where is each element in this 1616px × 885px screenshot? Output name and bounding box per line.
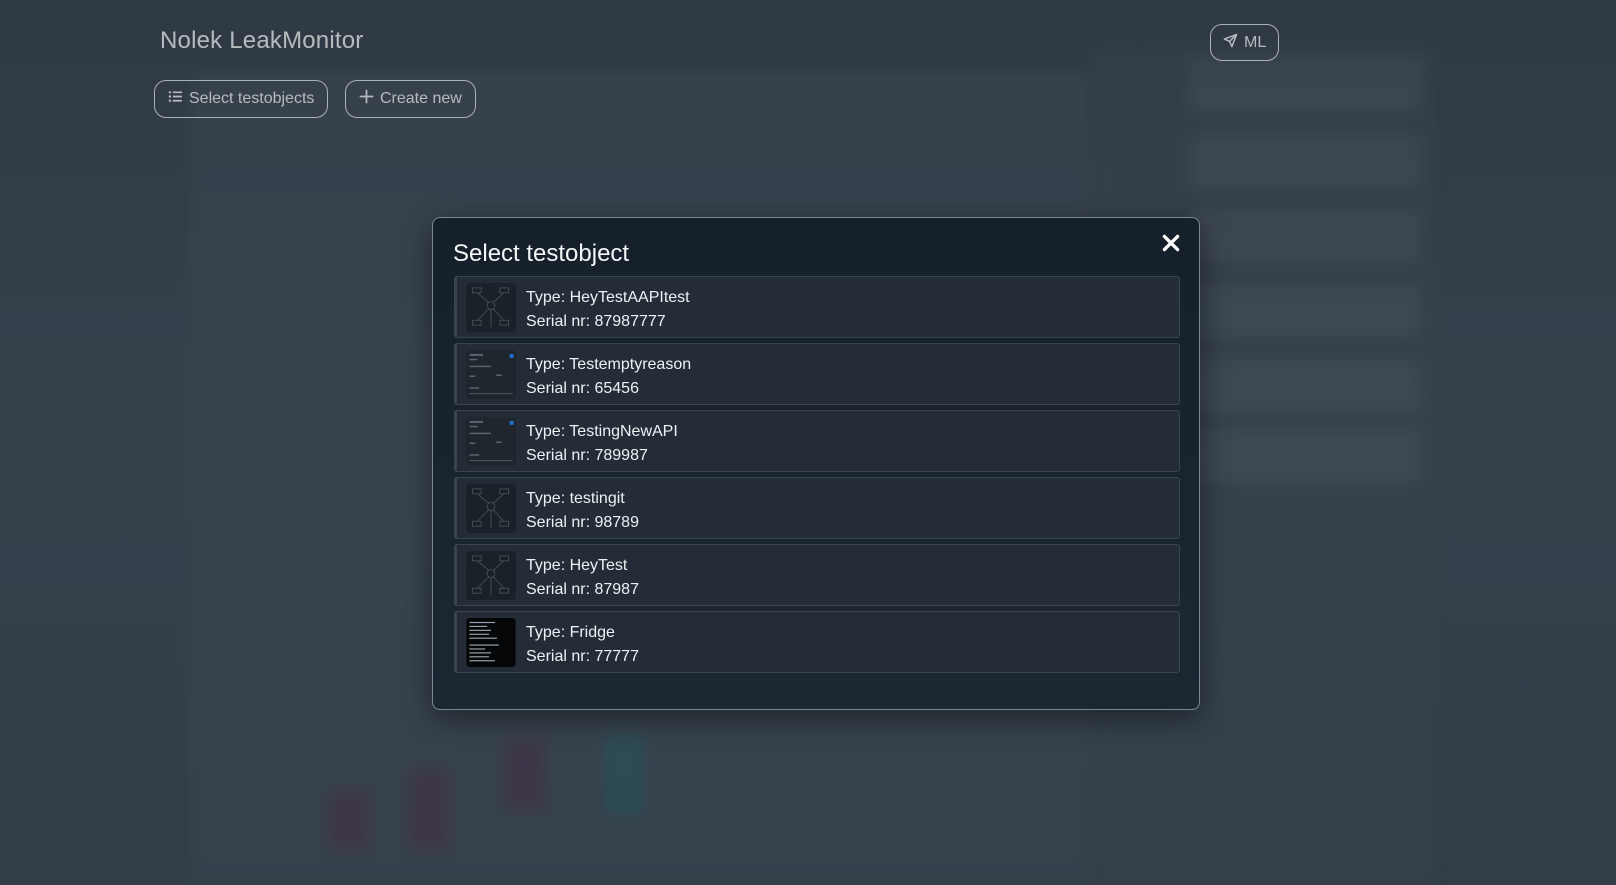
testobject-item[interactable]: Type: HeyTestAAPItest Serial nr: 8798777… xyxy=(454,276,1180,338)
testobject-item[interactable]: Type: Testemptyreason Serial nr: 65456 xyxy=(454,343,1180,405)
close-button[interactable] xyxy=(1159,232,1183,256)
testobject-type: Type: HeyTest xyxy=(526,557,628,574)
diagram-thumbnail xyxy=(466,283,516,332)
testobject-serial: Serial nr: 98789 xyxy=(526,514,639,531)
testobject-item[interactable]: Type: TestingNewAPI Serial nr: 789987 xyxy=(454,410,1180,472)
screenshot-thumbnail xyxy=(466,417,516,466)
testobject-serial: Serial nr: 87987777 xyxy=(526,313,666,330)
testobject-serial: Serial nr: 77777 xyxy=(526,648,639,665)
screenshot-thumbnail xyxy=(466,350,516,399)
testobject-item[interactable]: Type: Fridge Serial nr: 77777 xyxy=(454,611,1180,673)
testobject-serial: Serial nr: 65456 xyxy=(526,380,639,397)
testobject-type: Type: Testemptyreason xyxy=(526,356,692,373)
diagram-thumbnail xyxy=(466,484,516,533)
testobject-type: Type: TestingNewAPI xyxy=(526,423,678,440)
close-icon xyxy=(1160,234,1182,257)
modal-title: Select testobject xyxy=(453,240,630,267)
testobject-type: Type: testingit xyxy=(526,490,625,507)
terminal-thumbnail xyxy=(466,618,516,667)
testobject-serial: Serial nr: 87987 xyxy=(526,581,639,598)
testobject-item[interactable]: Type: HeyTest Serial nr: 87987 xyxy=(454,544,1180,606)
testobject-type: Type: HeyTestAAPItest xyxy=(526,289,690,306)
testobject-type: Type: Fridge xyxy=(526,624,615,641)
testobject-item[interactable]: Type: testingit Serial nr: 98789 xyxy=(454,477,1180,539)
diagram-thumbnail xyxy=(466,551,516,600)
testobject-list: Type: HeyTestAAPItest Serial nr: 8798777… xyxy=(454,276,1180,673)
testobject-serial: Serial nr: 789987 xyxy=(526,447,648,464)
select-testobject-dialog: Select testobject Type: HeyTestAAPItest … xyxy=(432,217,1200,710)
